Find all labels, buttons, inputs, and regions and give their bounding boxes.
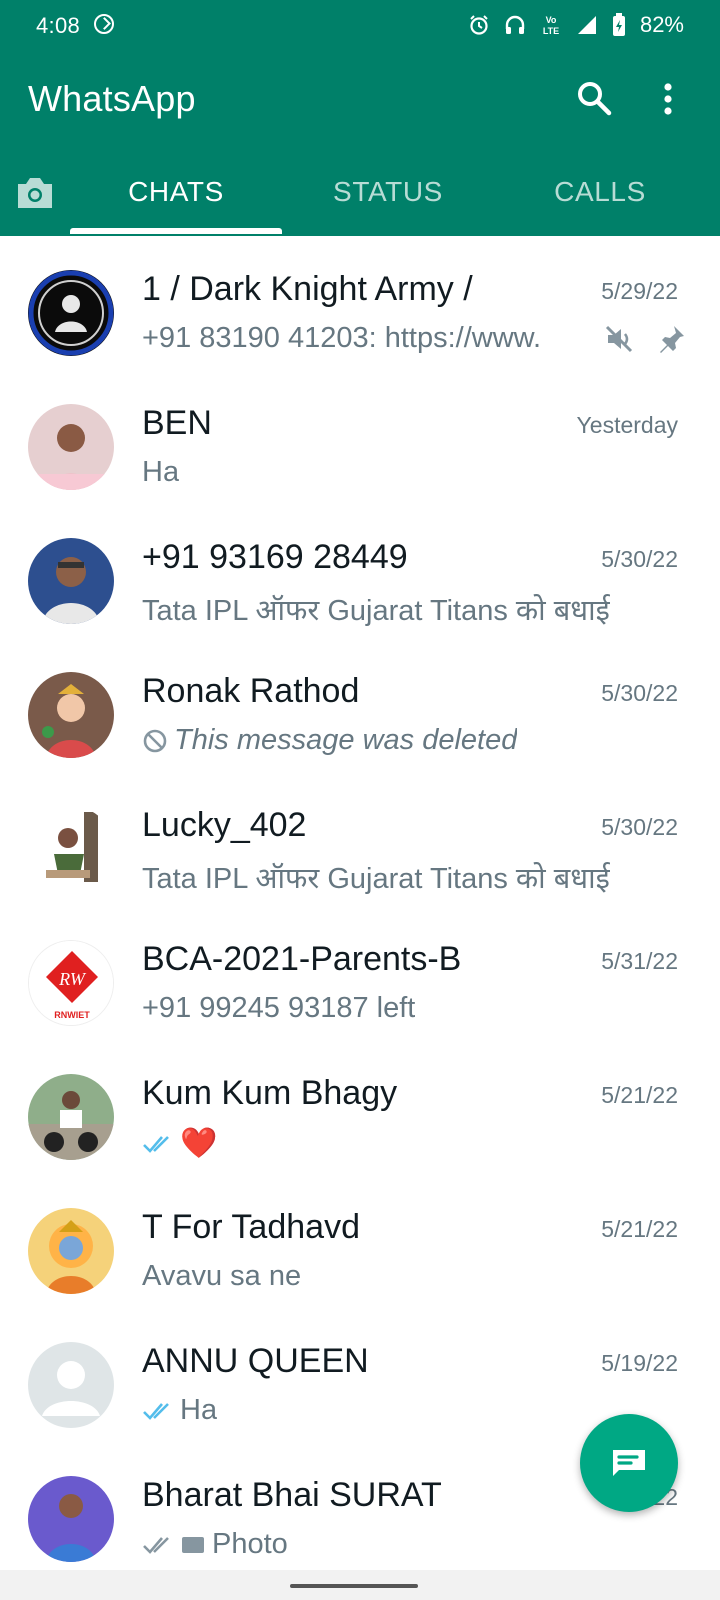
camera-icon[interactable]: [14, 172, 56, 212]
app-bar: 4:08 Vo LTE 82% WhatsApp CHATS STATUS CAL…: [0, 0, 720, 236]
chat-preview: Photo: [142, 1528, 592, 1561]
chat-time: 5/31/22: [601, 948, 678, 974]
message-icon: [613, 1450, 645, 1476]
chat-time: 5/30/22: [601, 814, 678, 840]
chat-preview: Tata IPL ऑफर Gujarat Titans को बधाई: [142, 863, 610, 895]
chat-row[interactable]: +91 93169 28449 5/30/22 Tata IPL ऑफर Guj…: [0, 504, 720, 638]
battery-icon: [612, 13, 625, 36]
tab-chats[interactable]: CHATS: [70, 176, 282, 208]
home-gesture-handle[interactable]: [290, 1584, 418, 1588]
chat-name: Ronak Rathod: [142, 672, 360, 710]
chat-row[interactable]: Lucky_402 5/30/22 Tata IPL ऑफर Gujarat T…: [0, 772, 720, 906]
tab-indicator: [70, 228, 282, 234]
svg-text:LTE: LTE: [543, 26, 559, 36]
battery-percent: 82%: [639, 12, 684, 37]
chat-list: 1 / Dark Knight Army / 5/29/22 +91 83190…: [0, 236, 720, 1570]
chat-name: ANNU QUEEN: [142, 1342, 369, 1380]
svg-text:RNWIET: RNWIET: [54, 1010, 90, 1020]
search-icon[interactable]: [574, 78, 614, 118]
chat-preview: Avavu sa ne: [142, 1260, 302, 1292]
chat-time: 5/30/22: [601, 546, 678, 572]
chat-preview: ❤️: [142, 1126, 592, 1161]
alarm-icon: [470, 15, 488, 35]
read-ticks-icon: [143, 1536, 169, 1554]
avatar[interactable]: [28, 270, 114, 356]
chat-preview: Tata IPL ऑफर Gujarat Titans को बधाई: [142, 595, 610, 627]
chat-row[interactable]: BEN Yesterday Ha: [0, 370, 720, 504]
chat-preview: Ha: [142, 1394, 592, 1427]
signal-icon: [577, 16, 596, 34]
photo-icon: [182, 1536, 204, 1553]
status-bar: 4:08 Vo LTE 82%: [0, 0, 720, 52]
chat-row[interactable]: 1 / Dark Knight Army / 5/29/22 +91 83190…: [0, 236, 720, 370]
chat-time: 5/21/22: [601, 1216, 678, 1242]
avatar[interactable]: [28, 806, 114, 892]
avatar[interactable]: [28, 404, 114, 490]
chat-preview: Ha: [142, 456, 180, 488]
chat-row[interactable]: Kum Kum Bhagy 5/21/22 ❤️: [0, 1040, 720, 1174]
avatar[interactable]: [28, 1342, 114, 1428]
new-chat-button[interactable]: [580, 1414, 678, 1512]
svg-text:RW: RW: [58, 969, 87, 989]
chat-preview: +91 99245 93187 left: [142, 992, 416, 1024]
svg-text:Vo: Vo: [546, 15, 557, 25]
chat-time: 5/30/22: [601, 680, 678, 706]
muted-icon: [605, 325, 633, 353]
chat-name: 1 / Dark Knight Army /: [142, 270, 473, 308]
tab-calls[interactable]: CALLS: [494, 176, 706, 208]
row-status-icons: [604, 324, 686, 354]
read-ticks-icon: [143, 1402, 169, 1420]
tab-bar: CHATS STATUS CALLS: [0, 156, 720, 236]
chat-preview: +91 83190 41203: https://www.: [142, 322, 542, 354]
avatar[interactable]: [28, 1074, 114, 1160]
chat-name: Kum Kum Bhagy: [142, 1074, 398, 1112]
chat-time: Yesterday: [576, 412, 678, 438]
more-options-icon[interactable]: [654, 80, 682, 120]
avatar[interactable]: [28, 1208, 114, 1294]
chat-name: Bharat Bhai SURAT: [142, 1476, 442, 1514]
chat-row[interactable]: RW RNWIET BCA-2021-Parents-B 5/31/22 +91 …: [0, 906, 720, 1040]
avatar[interactable]: [28, 672, 114, 758]
volte-icon: VoLTE: [543, 15, 559, 36]
headphones-icon: [505, 15, 525, 34]
heart-emoji: ❤️: [180, 1127, 218, 1160]
chat-name: BEN: [142, 404, 212, 442]
chat-time: 5/19/22: [601, 1350, 678, 1376]
chat-row[interactable]: Ronak Rathod 5/30/22 This message was de…: [0, 638, 720, 772]
deleted-message-icon: [143, 729, 167, 752]
app-notification-icon: [94, 14, 114, 34]
read-ticks-icon: [143, 1135, 169, 1153]
chat-row[interactable]: T For Tadhavd 5/21/22 Avavu sa ne: [0, 1174, 720, 1308]
pinned-icon: [660, 326, 684, 353]
chat-name: +91 93169 28449: [142, 538, 408, 576]
chat-name: T For Tadhavd: [142, 1208, 360, 1246]
chat-preview: This message was deleted: [142, 724, 592, 757]
system-nav-bar: [0, 1570, 720, 1600]
avatar[interactable]: [28, 538, 114, 624]
chat-name: BCA-2021-Parents-B: [142, 940, 462, 978]
chat-time: 5/29/22: [601, 278, 678, 304]
avatar[interactable]: [28, 1476, 114, 1562]
avatar[interactable]: RW RNWIET: [28, 940, 114, 1026]
tab-status[interactable]: STATUS: [282, 176, 494, 208]
app-title: WhatsApp: [28, 78, 196, 119]
chat-name: Lucky_402: [142, 806, 307, 844]
status-time: 4:08: [36, 13, 81, 38]
status-icons: Vo LTE 82%: [468, 12, 684, 38]
chat-time: 5/21/22: [601, 1082, 678, 1108]
